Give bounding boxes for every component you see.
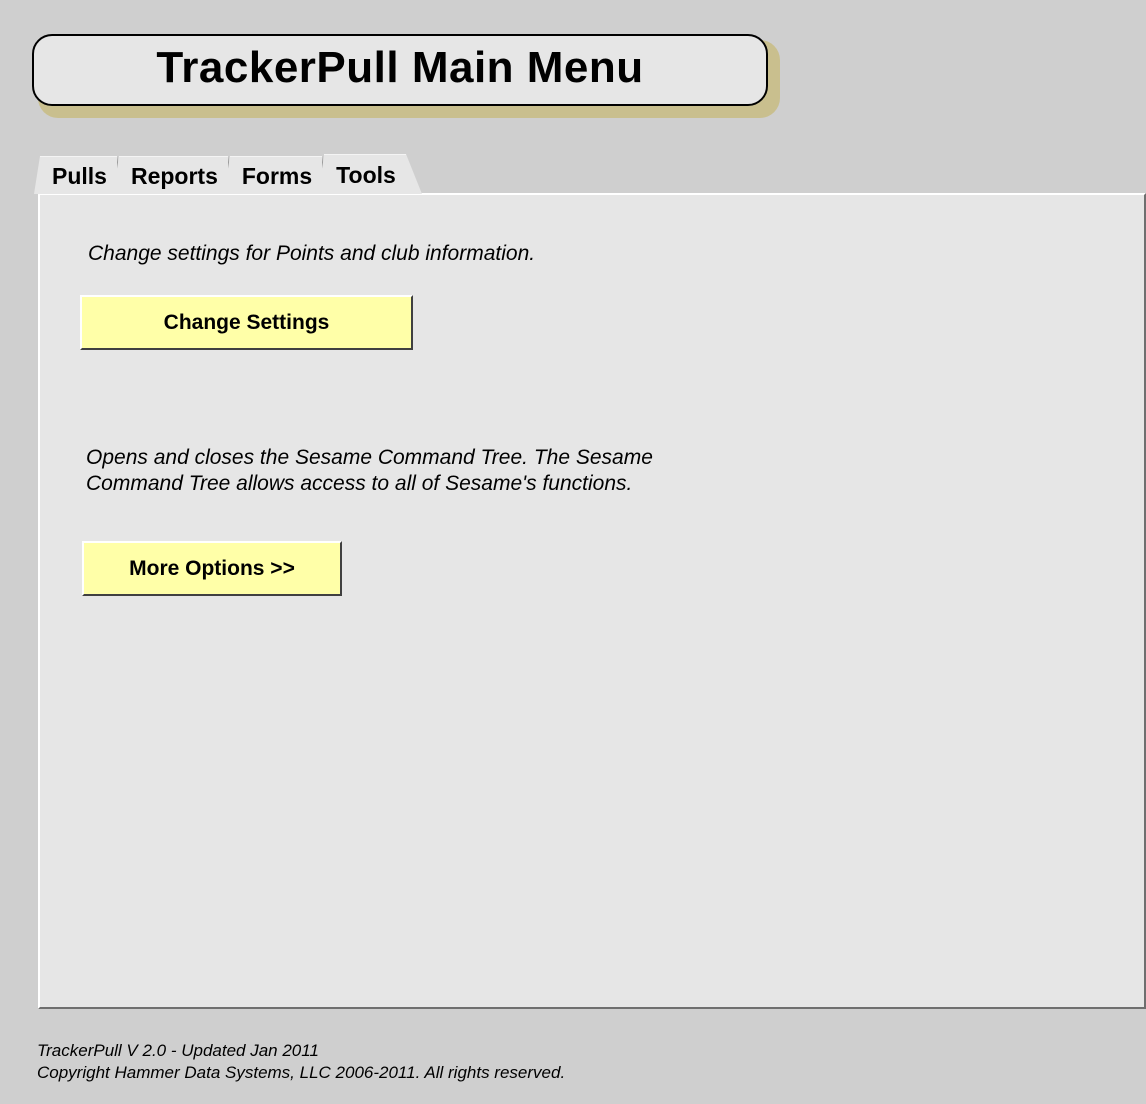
command-tree-description-line-2: Command Tree allows access to all of Ses… (86, 472, 633, 495)
command-tree-description: Opens and closes the Sesame Command Tree… (86, 445, 653, 497)
title-banner: TrackerPull Main Menu (32, 34, 768, 106)
settings-description: Change settings for Points and club info… (88, 242, 536, 265)
tab-reports[interactable]: Reports (112, 156, 234, 194)
tab-pulls-label: Pulls (52, 163, 107, 189)
page-title: TrackerPull Main Menu (156, 43, 644, 92)
tab-forms-label: Forms (241, 163, 313, 189)
command-tree-description-line-1: Opens and closes the Sesame Command Tree… (86, 446, 653, 469)
tab-tools[interactable]: Tools (318, 154, 422, 194)
version-text: TrackerPull V 2.0 - Updated Jan 2011 (37, 1041, 319, 1060)
tab-reports-label: Reports (130, 163, 218, 189)
tab-forms[interactable]: Forms (223, 156, 329, 194)
change-settings-button[interactable]: Change Settings (80, 295, 413, 350)
more-options-button[interactable]: More Options >> (82, 541, 342, 596)
copyright-text: Copyright Hammer Data Systems, LLC 2006-… (37, 1063, 566, 1082)
tab-bar: Pulls Reports Forms Tools (34, 154, 422, 194)
tab-tools-label: Tools (336, 162, 396, 188)
footer: TrackerPull V 2.0 - Updated Jan 2011 Cop… (37, 1040, 565, 1084)
tools-tab-panel: Change settings for Points and club info… (38, 193, 1146, 1009)
tab-pulls[interactable]: Pulls (34, 156, 123, 194)
